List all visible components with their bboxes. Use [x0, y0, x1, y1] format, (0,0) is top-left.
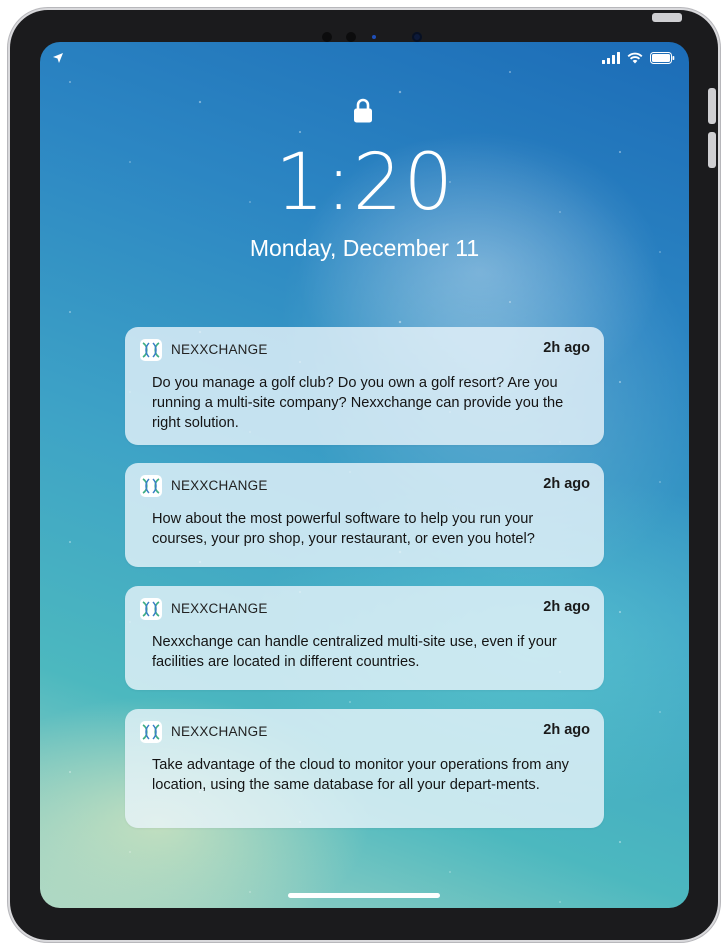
- signal-bars-icon: [602, 52, 620, 64]
- nexxchange-app-icon: [140, 339, 162, 361]
- notification-body: How about the most powerful software to …: [152, 511, 535, 547]
- power-button: [652, 13, 682, 22]
- notification-app-name: NEXXCHANGE: [171, 724, 268, 739]
- volume-up-button: [708, 88, 716, 124]
- notification-time: 2h ago: [543, 722, 590, 738]
- battery-icon: [650, 52, 675, 64]
- nexxchange-app-icon: [140, 475, 162, 497]
- home-indicator-bar[interactable]: [288, 893, 440, 898]
- notification-body: Do you manage a golf club? Do you own a …: [152, 375, 564, 431]
- lock-screen-time: 1:20: [274, 138, 455, 228]
- notification-header: NEXXCHANGE 2h ago: [140, 721, 590, 743]
- notification-header: NEXXCHANGE 2h ago: [140, 475, 590, 497]
- notification-card[interactable]: NEXXCHANGE 2h ago Nexxchange can handle …: [125, 586, 604, 690]
- notification-header: NEXXCHANGE 2h ago: [140, 339, 590, 361]
- notification-card[interactable]: NEXXCHANGE 2h ago How about the most pow…: [125, 463, 604, 567]
- notification-app-name: NEXXCHANGE: [171, 342, 268, 357]
- notification-app-name: NEXXCHANGE: [171, 601, 268, 616]
- notification-time: 2h ago: [543, 340, 590, 356]
- notification-time: 2h ago: [543, 599, 590, 615]
- wifi-icon: [627, 52, 643, 64]
- notification-time: 2h ago: [543, 476, 590, 492]
- notification-body: Take advantage of the cloud to monitor y…: [152, 757, 569, 793]
- nexxchange-app-icon: [140, 598, 162, 620]
- lock-screen: 1:20 Monday, December 11 NEXXCHANGE 2h a…: [40, 42, 689, 908]
- notification-card[interactable]: NEXXCHANGE 2h ago Take advantage of the …: [125, 709, 604, 828]
- status-bar: [40, 50, 689, 70]
- location-arrow-icon: [53, 53, 63, 63]
- volume-down-button: [708, 132, 716, 168]
- lock-icon: [354, 98, 372, 123]
- nexxchange-app-icon: [140, 721, 162, 743]
- notification-header: NEXXCHANGE 2h ago: [140, 598, 590, 620]
- notification-app-name: NEXXCHANGE: [171, 478, 268, 493]
- notification-body: Nexxchange can handle centralized multi-…: [152, 634, 557, 670]
- notification-card[interactable]: NEXXCHANGE 2h ago Do you manage a golf c…: [125, 327, 604, 445]
- lock-screen-date: Monday, December 11: [249, 235, 480, 261]
